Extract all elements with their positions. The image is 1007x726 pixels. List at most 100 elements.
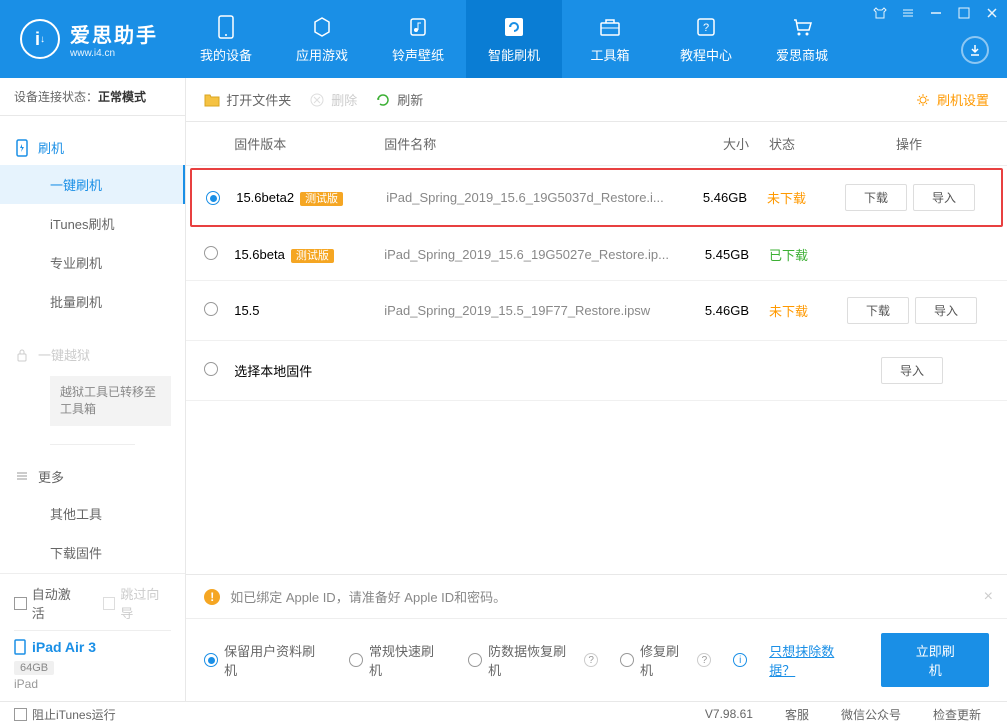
skip-guide-checkbox[interactable]: 跳过向导 [103, 584, 172, 622]
phone-icon [214, 15, 238, 39]
col-header-action: 操作 [829, 134, 989, 153]
help-icon[interactable]: ? [697, 653, 711, 667]
beta-badge: 测试版 [300, 192, 343, 206]
row-filename: iPad_Spring_2019_15.6_19G5027e_Restore.i… [384, 247, 669, 262]
version-label: V7.98.61 [693, 707, 765, 721]
warning-icon: ! [204, 589, 220, 605]
row-radio[interactable] [204, 362, 218, 376]
info-icon[interactable]: i [733, 653, 747, 667]
device-status: 设备连接状态：正常模式 [0, 78, 185, 116]
flash-now-button[interactable]: 立即刷机 [881, 633, 989, 687]
storage-badge: 64GB [14, 661, 54, 675]
delete-button[interactable]: 删除 [309, 90, 357, 109]
wechat-link[interactable]: 微信公众号 [829, 706, 913, 723]
row-radio[interactable] [206, 191, 220, 205]
toolbox-icon [598, 15, 622, 39]
row-version: 选择本地固件 [234, 361, 384, 380]
firmware-row[interactable]: 选择本地固件 导入 [186, 341, 1007, 401]
logo-area: i↓ 爱思助手 www.i4.cn [0, 0, 178, 78]
flash-opt-normal[interactable]: 常规快速刷机 [349, 641, 446, 679]
flash-icon [14, 140, 30, 156]
open-folder-button[interactable]: 打开文件夹 [204, 90, 291, 109]
row-status: 已下载 [749, 245, 829, 264]
cart-icon [790, 15, 814, 39]
import-button[interactable]: 导入 [913, 184, 975, 211]
close-icon[interactable] [985, 6, 999, 20]
flash-options: 保留用户资料刷机 常规快速刷机 防数据恢复刷机? 修复刷机? i 只想抹除数据？… [186, 619, 1007, 701]
lock-icon [14, 347, 30, 363]
firmware-row[interactable]: 15.6beta测试版iPad_Spring_2019_15.6_19G5027… [186, 229, 1007, 281]
sidebar-group-flash[interactable]: 刷机 [0, 130, 185, 165]
row-status: 未下载 [747, 188, 827, 207]
notice-bar: ! 如已绑定 Apple ID，请准备好 Apple ID和密码。 × [186, 575, 1007, 619]
refresh-button[interactable]: 刷新 [375, 90, 423, 109]
sidebar-item-other[interactable]: 其他工具 [0, 494, 185, 533]
nav-tab-flash[interactable]: 智能刷机 [466, 0, 562, 78]
beta-badge: 测试版 [291, 249, 334, 263]
firmware-row[interactable]: 15.6beta2测试版iPad_Spring_2019_15.6_19G503… [190, 168, 1003, 227]
flash-settings-button[interactable]: 刷机设置 [915, 90, 989, 109]
row-size: 5.46GB [667, 190, 747, 205]
flash-opt-keep-data[interactable]: 保留用户资料刷机 [204, 641, 327, 679]
app-url: www.i4.cn [70, 48, 158, 59]
table-header: 固件版本 固件名称 大小 状态 操作 [186, 122, 1007, 166]
nav-tab-apps[interactable]: 应用游戏 [274, 0, 370, 78]
more-icon [14, 468, 30, 484]
nav-tab-tutorial[interactable]: ?教程中心 [658, 0, 754, 78]
nav-tab-ringtone[interactable]: 铃声壁纸 [370, 0, 466, 78]
help-icon[interactable]: ? [584, 653, 598, 667]
sidebar-item-download[interactable]: 下载固件 [0, 533, 185, 572]
sidebar-item-pro[interactable]: 专业刷机 [0, 243, 185, 282]
auto-activate-checkbox[interactable]: 自动激活 [14, 584, 83, 622]
sidebar-jailbreak-note: 越狱工具已转移至工具箱 [50, 376, 171, 426]
help-icon: ? [694, 15, 718, 39]
row-radio[interactable] [204, 246, 218, 260]
device-name[interactable]: iPad Air 3 [14, 639, 171, 655]
update-link[interactable]: 检查更新 [921, 706, 993, 723]
nav-tab-shop[interactable]: 爱思商城 [754, 0, 850, 78]
import-button[interactable]: 导入 [915, 297, 977, 324]
gear-icon [915, 92, 931, 108]
content: 打开文件夹 删除 刷新 刷机设置 固件版本 固件名称 大小 状态 操作 15.6… [186, 78, 1007, 701]
sidebar-group-jailbreak: 一键越狱 [0, 337, 185, 372]
refresh-icon [502, 15, 526, 39]
col-header-status: 状态 [749, 134, 829, 153]
row-filename: iPad_Spring_2019_15.6_19G5037d_Restore.i… [386, 190, 667, 205]
apps-icon [310, 15, 334, 39]
download-button[interactable]: 下载 [847, 297, 909, 324]
row-version: 15.6beta测试版 [234, 247, 384, 263]
music-icon [406, 15, 430, 39]
row-size: 5.46GB [669, 303, 749, 318]
logo-icon: i↓ [20, 19, 60, 59]
svg-text:?: ? [703, 22, 709, 34]
flash-opt-repair[interactable]: 修复刷机? [620, 641, 711, 679]
sidebar-item-batch[interactable]: 批量刷机 [0, 282, 185, 321]
delete-icon [309, 92, 325, 108]
nav-tab-toolbox[interactable]: 工具箱 [562, 0, 658, 78]
menu-icon[interactable] [901, 6, 915, 20]
support-link[interactable]: 客服 [773, 706, 821, 723]
col-header-version: 固件版本 [234, 134, 384, 153]
firmware-row[interactable]: 15.5iPad_Spring_2019_15.5_19F77_Restore.… [186, 281, 1007, 341]
row-size: 5.45GB [669, 247, 749, 262]
folder-icon [204, 92, 220, 108]
maximize-icon[interactable] [957, 6, 971, 20]
statusbar: 阻止iTunes运行 V7.98.61 客服 微信公众号 检查更新 [0, 701, 1007, 726]
minimize-icon[interactable] [929, 6, 943, 20]
row-status: 未下载 [749, 301, 829, 320]
import-button[interactable]: 导入 [881, 357, 943, 384]
titlebar: i↓ 爱思助手 www.i4.cn 我的设备 应用游戏 铃声壁纸 智能刷机 工具… [0, 0, 1007, 78]
download-button[interactable]: 下载 [845, 184, 907, 211]
sidebar-item-itunes[interactable]: iTunes刷机 [0, 204, 185, 243]
row-radio[interactable] [204, 302, 218, 316]
sidebar-item-oneclick[interactable]: 一键刷机 [0, 165, 185, 204]
download-button[interactable] [961, 36, 989, 64]
erase-data-link[interactable]: 只想抹除数据？ [769, 641, 859, 679]
block-itunes-checkbox[interactable]: 阻止iTunes运行 [14, 706, 116, 723]
window-controls [873, 6, 999, 20]
nav-tab-device[interactable]: 我的设备 [178, 0, 274, 78]
skin-icon[interactable] [873, 6, 887, 20]
notice-close-icon[interactable]: × [984, 588, 993, 606]
flash-opt-antirecovery[interactable]: 防数据恢复刷机? [468, 641, 598, 679]
sidebar-group-more[interactable]: 更多 [0, 459, 185, 494]
